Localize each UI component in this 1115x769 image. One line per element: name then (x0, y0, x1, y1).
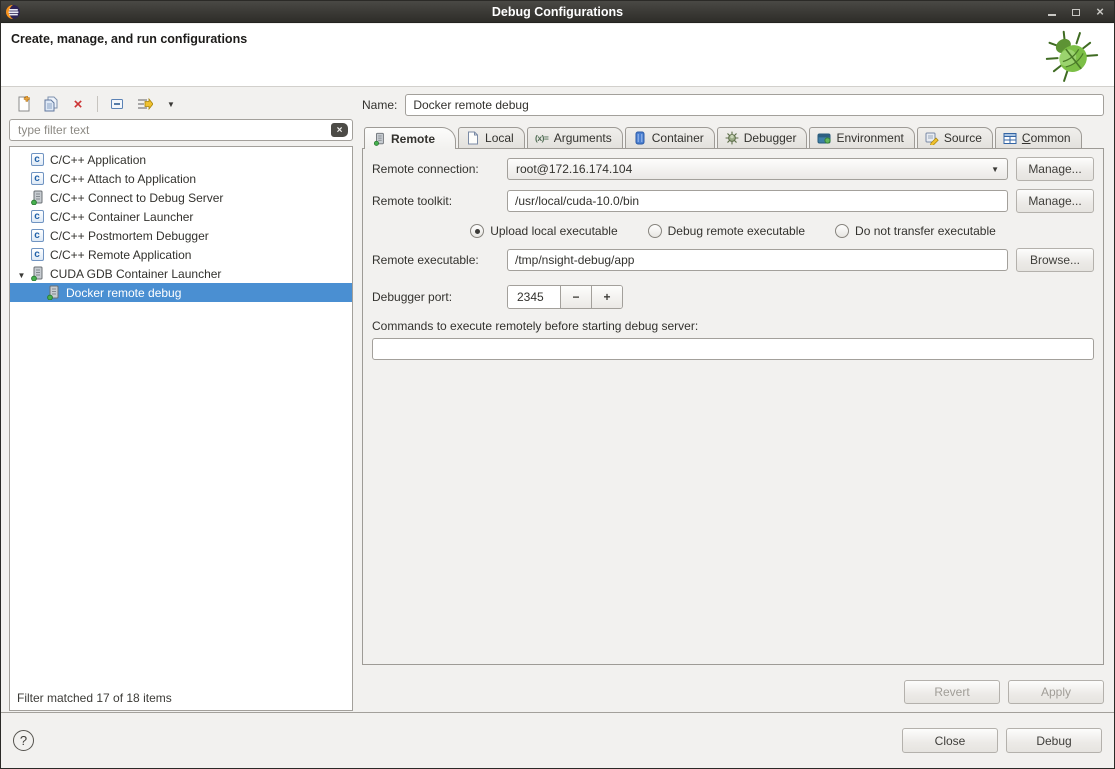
remote-toolkit-input[interactable] (507, 190, 1008, 212)
tab-local[interactable]: Local (458, 127, 525, 148)
transfer-mode-radios: Upload local executable Debug remote exe… (372, 224, 1094, 238)
maximize-button[interactable] (1070, 1, 1082, 23)
radio-icon (835, 224, 849, 238)
delete-configuration-icon[interactable]: × (69, 95, 87, 113)
filter-configurations-icon[interactable] (135, 95, 153, 113)
filter-field: × (9, 119, 353, 141)
commands-input[interactable] (372, 338, 1094, 360)
tab-remote[interactable]: Remote (364, 127, 456, 149)
dialog-header-title: Create, manage, and run configurations (11, 32, 247, 46)
c-app-icon: c (31, 248, 44, 261)
port-decrement-button[interactable]: − (560, 286, 591, 308)
debugger-bug-icon (725, 131, 739, 145)
help-button[interactable]: ? (13, 730, 34, 751)
radio-icon (648, 224, 662, 238)
debug-button[interactable]: Debug (1006, 728, 1102, 753)
tab-arguments[interactable]: (x)= Arguments (527, 127, 623, 148)
table-icon (1003, 131, 1017, 145)
manage-connection-button[interactable]: Manage... (1016, 157, 1094, 181)
c-app-icon: c (31, 172, 44, 185)
tree-item-cuda-gdb-container-launcher[interactable]: ▼ CUDA GDB Container Launcher (10, 264, 352, 283)
apply-button[interactable]: Apply (1008, 680, 1104, 704)
commands-label: Commands to execute remotely before star… (372, 319, 1094, 333)
remote-executable-input[interactable] (507, 249, 1008, 271)
revert-button[interactable]: Revert (904, 680, 1000, 704)
tree-item-cpp-container-launcher[interactable]: c C/C++ Container Launcher (10, 207, 352, 226)
toolbar-separator (97, 96, 98, 112)
remote-connection-label: Remote connection: (372, 162, 507, 176)
tab-debugger[interactable]: Debugger (717, 127, 808, 148)
radio-do-not-transfer-executable[interactable]: Do not transfer executable (835, 224, 996, 238)
tree-item-cpp-application[interactable]: c C/C++ Application (10, 150, 352, 169)
browse-executable-button[interactable]: Browse... (1016, 248, 1094, 272)
close-window-button[interactable]: × (1094, 1, 1106, 23)
tree-item-cpp-attach[interactable]: c C/C++ Attach to Application (10, 169, 352, 188)
manage-toolkit-button[interactable]: Manage... (1016, 189, 1094, 213)
debugger-port-stepper: 2345 − + (507, 285, 623, 309)
titlebar: Debug Configurations × (1, 1, 1114, 23)
filter-status-text: Filter matched 17 of 18 items (17, 691, 172, 705)
minimize-button[interactable] (1046, 1, 1058, 23)
name-label: Name: (362, 98, 397, 112)
configurations-panel: × ▼ × (9, 91, 353, 711)
debug-configurations-dialog: Debug Configurations × Create, manage, a… (0, 0, 1115, 769)
duplicate-configuration-icon[interactable] (42, 95, 60, 113)
debug-bug-icon (1044, 27, 1100, 86)
port-increment-button[interactable]: + (591, 286, 622, 308)
tree-item-cpp-connect-debug-server[interactable]: C/C++ Connect to Debug Server (10, 188, 352, 207)
debugger-port-label: Debugger port: (372, 290, 507, 304)
configurations-toolbar: × ▼ (9, 91, 353, 117)
container-icon (633, 131, 647, 145)
debugger-port-value[interactable]: 2345 (508, 286, 560, 308)
server-icon (45, 285, 61, 300)
tab-source[interactable]: Source (917, 127, 993, 148)
dialog-header: Create, manage, and run configurations (1, 24, 1114, 87)
chevron-down-icon: ▼ (991, 165, 999, 174)
source-icon (925, 131, 939, 145)
tab-common[interactable]: Common (995, 127, 1082, 148)
collapse-all-icon[interactable] (108, 95, 126, 113)
remote-tab-content: Remote connection: root@172.16.174.104 ▼… (362, 148, 1104, 665)
server-icon (372, 132, 386, 146)
remote-executable-label: Remote executable: (372, 253, 507, 267)
arguments-icon: (x)= (535, 131, 549, 145)
radio-icon (470, 224, 484, 238)
c-app-icon: c (31, 229, 44, 242)
server-icon (29, 190, 45, 205)
tree-item-cpp-remote-application[interactable]: c C/C++ Remote Application (10, 245, 352, 264)
dialog-footer: ? Close Debug (1, 712, 1114, 768)
remote-toolkit-label: Remote toolkit: (372, 194, 507, 208)
configuration-detail-panel: Name: Remote (362, 91, 1104, 711)
filter-input[interactable] (18, 123, 331, 137)
tab-container[interactable]: Container (625, 127, 715, 148)
server-icon (29, 266, 45, 281)
tab-environment[interactable]: Environment (809, 127, 914, 148)
clear-filter-icon[interactable]: × (331, 123, 348, 137)
remote-connection-select[interactable]: root@172.16.174.104 ▼ (507, 158, 1008, 180)
eclipse-logo-icon[interactable] (5, 4, 21, 20)
c-app-icon: c (31, 210, 44, 223)
c-app-icon: c (31, 153, 44, 166)
tree-item-cpp-postmortem[interactable]: c C/C++ Postmortem Debugger (10, 226, 352, 245)
close-button[interactable]: Close (902, 728, 998, 753)
radio-debug-remote-executable[interactable]: Debug remote executable (648, 224, 805, 238)
toolbar-menu-arrow-icon[interactable]: ▼ (162, 95, 180, 113)
window-title: Debug Configurations (1, 5, 1114, 19)
environment-icon (817, 131, 831, 145)
configurations-tree: c C/C++ Application c C/C++ Attach to Ap… (9, 146, 353, 711)
chevron-down-icon[interactable]: ▼ (18, 271, 26, 280)
name-input[interactable] (405, 94, 1104, 116)
file-icon (466, 131, 480, 145)
radio-upload-local-executable[interactable]: Upload local executable (470, 224, 617, 238)
new-configuration-icon[interactable] (15, 95, 33, 113)
work-area: × ▼ × (1, 88, 1114, 713)
config-tabs: Remote Local (x)= Arguments (362, 126, 1104, 148)
tree-item-docker-remote-debug[interactable]: Docker remote debug (10, 283, 352, 302)
